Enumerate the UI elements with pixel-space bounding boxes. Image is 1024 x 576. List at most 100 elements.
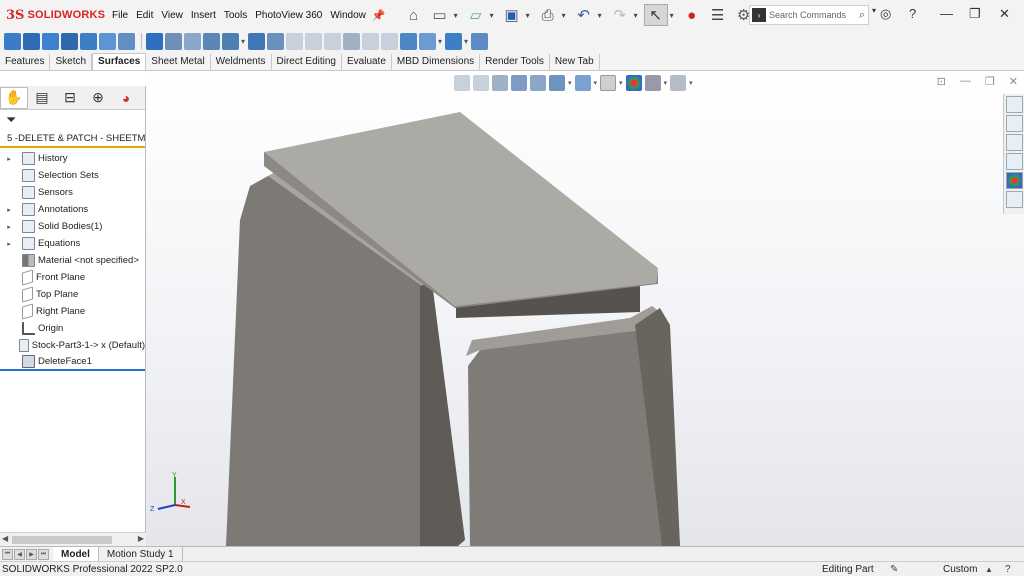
trim-surface-icon[interactable] <box>305 32 323 50</box>
tab-sketch[interactable]: Sketch <box>50 54 93 70</box>
zoom-to-fit-icon[interactable] <box>454 75 470 91</box>
select-dropdown-icon[interactable]: ▾ <box>670 11 678 20</box>
tab-features[interactable]: Features <box>0 54 51 70</box>
select-cursor-icon[interactable]: ↖ <box>643 4 668 26</box>
thickened-cut-icon[interactable] <box>400 32 418 50</box>
first-tab-icon[interactable]: ⏮ <box>2 548 13 560</box>
tree-item[interactable]: ▸ Solid Bodies(1) <box>0 218 145 235</box>
extend-surface-icon[interactable] <box>286 32 304 50</box>
tree-item[interactable]: ▸ Equations <box>0 235 145 252</box>
view-palette-icon[interactable] <box>1006 153 1023 170</box>
menu-file[interactable]: File <box>108 10 132 21</box>
edit-appearance-icon[interactable] <box>625 75 642 91</box>
help-icon[interactable]: ? <box>909 6 916 21</box>
delete-face-icon[interactable] <box>222 32 239 50</box>
hide-show-items-icon[interactable] <box>600 75 617 91</box>
menu-view[interactable]: View <box>157 10 187 21</box>
last-tab-icon[interactable]: ⏭ <box>38 548 49 560</box>
extruded-surface-icon[interactable] <box>4 32 21 50</box>
home-icon[interactable]: ⌂ <box>402 4 426 26</box>
display-manager-icon[interactable]: ◕ <box>112 87 140 109</box>
view-orientation-icon[interactable] <box>549 75 565 91</box>
filter-icon[interactable]: ⏷ <box>0 110 145 130</box>
apply-scene-icon[interactable] <box>644 75 661 91</box>
pin-menu-icon[interactable]: 📌 <box>372 9 386 22</box>
app-logo[interactable]: 3S SOLIDWORKS <box>0 8 108 23</box>
print-dropdown-icon[interactable]: ▾ <box>562 11 570 20</box>
tree-item[interactable]: Front Plane <box>0 269 145 286</box>
solidworks-resources-icon[interactable] <box>1006 96 1023 113</box>
tree-item[interactable]: ▸ Annotations <box>0 201 145 218</box>
view-orientation-dropdown-icon[interactable]: ▾ <box>568 79 572 87</box>
appearances-icon[interactable] <box>1006 172 1023 189</box>
file-explorer-icon[interactable] <box>1006 134 1023 151</box>
next-tab-icon[interactable]: ▶ <box>26 548 37 560</box>
new-dropdown-icon[interactable]: ▾ <box>454 11 462 20</box>
unit-system-dropdown-icon[interactable]: ▲ <box>985 565 993 574</box>
boundary-surface-icon[interactable] <box>80 32 97 50</box>
cut-dropdown-icon[interactable]: ▾ <box>438 37 442 46</box>
dynamic-annotation-icon[interactable] <box>530 75 546 91</box>
display-style-dropdown-icon[interactable]: ▾ <box>594 79 598 87</box>
tree-item[interactable]: ▸ History <box>0 150 145 167</box>
tab-sheet-metal[interactable]: Sheet Metal <box>146 54 211 70</box>
tree-item[interactable]: Selection Sets <box>0 167 145 184</box>
delete-face-dropdown-icon[interactable]: ▾ <box>241 37 245 46</box>
dimxpert-manager-icon[interactable]: ⊕ <box>84 87 112 109</box>
filled-surface-icon[interactable] <box>99 32 116 50</box>
menu-edit[interactable]: Edit <box>132 10 157 21</box>
view-settings-icon[interactable] <box>670 75 687 91</box>
save-icon[interactable]: ▣ <box>500 4 524 26</box>
section-view-icon[interactable] <box>511 75 527 91</box>
undo-dropdown-icon[interactable]: ▾ <box>598 11 606 20</box>
scroll-right-icon[interactable]: ▶ <box>138 534 144 543</box>
thicken-icon[interactable] <box>381 32 399 50</box>
tab-direct-editing[interactable]: Direct Editing <box>272 54 342 70</box>
tree-item[interactable]: Stock-Part3-1-> x (Default) <box>0 337 145 354</box>
custom-properties-icon[interactable] <box>1006 191 1023 208</box>
new-document-icon[interactable]: ▭ <box>428 4 452 26</box>
apply-scene-dropdown-icon[interactable]: ▾ <box>664 79 668 87</box>
offset-surface-icon[interactable] <box>165 32 182 50</box>
planar-surface-icon[interactable] <box>146 32 163 50</box>
tab-surfaces[interactable]: Surfaces <box>92 53 147 70</box>
tab-mbd-dimensions[interactable]: MBD Dimensions <box>392 54 481 70</box>
hide-show-dropdown-icon[interactable]: ▾ <box>619 79 623 87</box>
menu-photoview[interactable]: PhotoView 360 <box>251 10 326 21</box>
tree-item[interactable]: Sensors <box>0 184 145 201</box>
tree-item[interactable]: DeleteFace1 <box>0 354 145 371</box>
viewport-split-icon[interactable]: ⊡ <box>937 75 946 88</box>
property-manager-icon[interactable]: ▤ <box>28 87 56 109</box>
graphics-area[interactable]: ▾ ▾ ▾ ▾ ▾ ⊡ — ❐ ✕ Y X Z <box>146 71 1024 546</box>
search-icon[interactable]: ⌕ <box>859 9 865 22</box>
tree-item[interactable]: Right Plane <box>0 303 145 320</box>
tree-item[interactable]: Top Plane <box>0 286 145 303</box>
minimize-icon[interactable]: — <box>940 6 953 21</box>
untrim-surface-icon[interactable] <box>324 32 342 50</box>
close-icon[interactable]: ✕ <box>999 6 1010 22</box>
configuration-manager-icon[interactable]: ⊟ <box>56 87 84 109</box>
revolved-surface-icon[interactable] <box>23 32 40 50</box>
feature-manager-icon[interactable]: ✋ <box>0 86 28 109</box>
undo-icon[interactable]: ↶ <box>572 4 596 26</box>
tab-weldments[interactable]: Weldments <box>211 54 272 70</box>
display-style-icon[interactable] <box>574 75 591 91</box>
search-dropdown-icon[interactable]: ▾ <box>872 6 876 15</box>
menu-insert[interactable]: Insert <box>187 10 220 21</box>
replace-face-icon[interactable] <box>248 32 266 50</box>
curves-dropdown-icon[interactable]: ▾ <box>464 37 468 46</box>
tab-new-tab[interactable]: New Tab <box>550 54 600 70</box>
knit-surface-icon[interactable] <box>343 32 361 50</box>
scroll-left-icon[interactable]: ◀ <box>2 534 8 543</box>
reference-geometry-icon[interactable] <box>471 32 489 50</box>
prev-tab-icon[interactable]: ◀ <box>14 548 25 560</box>
traffic-light-icon[interactable]: ● <box>680 4 704 26</box>
unit-system[interactable]: Custom <box>943 564 977 575</box>
restore-icon[interactable]: ❐ <box>969 6 981 22</box>
tab-model[interactable]: Model <box>53 546 99 562</box>
swept-surface-icon[interactable] <box>42 32 59 50</box>
freeform-icon[interactable] <box>118 32 135 50</box>
search-commands[interactable]: › Search Commands ⌕ <box>749 5 869 25</box>
expand-arrow-icon[interactable]: ▸ <box>4 206 14 214</box>
tree-horizontal-scrollbar[interactable]: ◀ ▶ <box>0 532 146 546</box>
